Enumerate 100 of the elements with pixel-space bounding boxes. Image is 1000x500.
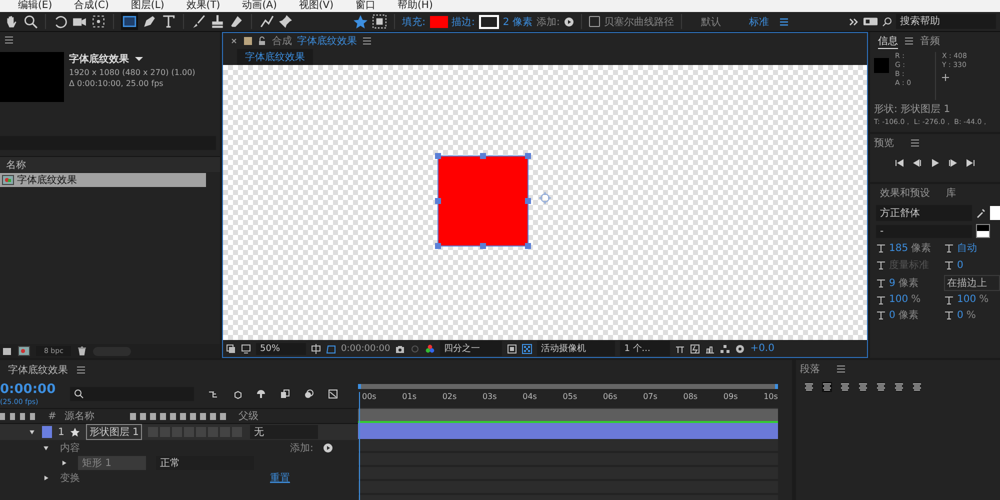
menu-icon[interactable] xyxy=(904,36,914,46)
mask-icon[interactable] xyxy=(372,14,388,29)
character-value[interactable]: 0 xyxy=(889,310,896,320)
current-time[interactable]: 0:00:00:00 xyxy=(341,344,390,354)
layer-search-field[interactable] xyxy=(70,387,194,401)
shy-icon[interactable] xyxy=(256,389,266,399)
composition-tab[interactable]: 字体底纹效果 xyxy=(297,34,357,48)
toggle-pixel-icon[interactable] xyxy=(675,344,686,354)
work-area-bar[interactable] xyxy=(358,384,778,388)
always-preview-icon[interactable] xyxy=(226,344,236,354)
previous-frame-icon[interactable] xyxy=(912,158,922,168)
magnification-dropdown[interactable]: 50% xyxy=(256,342,306,354)
play-icon[interactable] xyxy=(930,158,940,168)
panel-tab[interactable]: 音频 xyxy=(920,34,940,48)
exposure-icon[interactable] xyxy=(735,344,746,354)
stamp-icon[interactable] xyxy=(210,14,225,29)
character-value[interactable]: 0 xyxy=(957,260,964,270)
graph-editor-icon[interactable] xyxy=(328,389,338,399)
frame-blending-icon[interactable] xyxy=(280,389,290,399)
expand-triangle-icon[interactable] xyxy=(42,444,50,452)
eyedropper-icon[interactable] xyxy=(976,208,986,218)
last-frame-icon[interactable] xyxy=(966,158,976,168)
stroke-width-value[interactable]: 2 像素 xyxy=(502,14,532,28)
folder-icon[interactable] xyxy=(2,346,12,356)
timeline-icon[interactable] xyxy=(705,344,716,354)
menu-icon[interactable] xyxy=(778,16,789,26)
parent-dropdown[interactable]: 无 xyxy=(250,425,318,439)
bezier-checkbox[interactable] xyxy=(588,16,600,27)
pin-icon[interactable] xyxy=(278,14,293,29)
camera-dropdown[interactable]: 活动摄像机 xyxy=(537,341,616,356)
play-icon[interactable] xyxy=(323,442,334,452)
transparency-grid-icon[interactable] xyxy=(522,344,532,354)
column-header[interactable]: 父级 xyxy=(238,409,258,423)
character-value[interactable]: 自动 xyxy=(957,241,977,255)
type-tool-icon[interactable] xyxy=(161,14,176,29)
search-field[interactable]: 搜索帮助 xyxy=(896,14,996,29)
character-value[interactable]: 0 xyxy=(957,310,964,320)
menu-item[interactable]: 帮助(H) xyxy=(398,0,433,12)
column-header[interactable]: 源名称 xyxy=(64,409,122,423)
character-value[interactable]: 100 xyxy=(957,294,976,305)
pen-icon[interactable] xyxy=(142,14,157,29)
motion-blur-icon[interactable] xyxy=(304,389,314,399)
menu-item[interactable]: 图层(L) xyxy=(130,0,164,12)
column-header[interactable]: 名称 xyxy=(6,158,26,172)
timecode[interactable]: 0:00:00 xyxy=(0,382,56,398)
layer-name[interactable]: 形状图层 1 xyxy=(86,424,142,440)
panel-tab[interactable]: 库 xyxy=(946,186,956,200)
brush-icon[interactable] xyxy=(191,14,206,29)
align-icon[interactable] xyxy=(894,382,904,392)
flowchart-icon[interactable] xyxy=(208,389,218,399)
reset-link[interactable]: 重置 xyxy=(270,470,290,484)
first-frame-icon[interactable] xyxy=(894,158,904,168)
hand-icon[interactable] xyxy=(4,14,19,29)
project-item[interactable]: 字体底纹效果 xyxy=(0,173,206,187)
align-icon[interactable] xyxy=(840,382,850,392)
chevrons-icon[interactable] xyxy=(849,16,860,26)
trash-icon[interactable] xyxy=(77,346,88,356)
cube-icon[interactable] xyxy=(232,389,242,399)
dropdown-caret-icon[interactable] xyxy=(134,54,144,64)
channels-icon[interactable] xyxy=(425,344,436,354)
menu-icon[interactable] xyxy=(4,35,14,45)
timeline-tab[interactable]: 字体底纹效果 xyxy=(8,363,68,377)
menu-item[interactable]: 效果(T) xyxy=(186,0,220,12)
stroke-swatch[interactable] xyxy=(478,14,499,28)
character-value[interactable]: 185 xyxy=(889,242,908,254)
star-icon[interactable] xyxy=(353,14,368,29)
menu-item[interactable]: 视图(V) xyxy=(298,0,334,12)
exposure-value[interactable]: +0.0 xyxy=(750,343,774,354)
align-icon[interactable] xyxy=(912,382,922,392)
resolution-dropdown[interactable]: 四分之一 xyxy=(440,341,502,356)
lock-icon[interactable] xyxy=(257,36,267,46)
align-icon[interactable] xyxy=(804,382,814,392)
menu-item[interactable]: 动画(A) xyxy=(242,0,277,12)
close-icon[interactable] xyxy=(229,36,239,46)
menu-icon[interactable] xyxy=(362,36,372,46)
panel-tab[interactable]: 效果和预设 xyxy=(880,186,930,200)
rectangle-shape[interactable] xyxy=(434,152,532,250)
fill-swatch[interactable] xyxy=(430,16,448,28)
align-icon[interactable] xyxy=(858,382,868,392)
fill-color-swatch[interactable] xyxy=(990,206,1000,220)
layer-label-color[interactable] xyxy=(42,426,52,438)
group-name[interactable]: 矩形 1 xyxy=(78,456,146,470)
font-family-dropdown[interactable]: 方正舒体 xyxy=(876,205,972,221)
play-icon[interactable] xyxy=(564,16,574,26)
workspace-tab[interactable]: 标准 xyxy=(736,14,781,28)
search-icon[interactable] xyxy=(23,14,38,29)
blend-mode-dropdown[interactable]: 正常 xyxy=(156,456,254,470)
mask-visibility-icon[interactable] xyxy=(326,344,336,354)
expand-triangle-icon[interactable] xyxy=(60,458,68,466)
region-of-interest-icon[interactable] xyxy=(507,344,518,354)
panel-tab[interactable]: 信息 xyxy=(878,34,898,48)
flowchart-icon[interactable] xyxy=(720,344,730,354)
character-value[interactable]: 100 xyxy=(889,294,908,305)
align-icon[interactable] xyxy=(876,382,886,392)
font-style-dropdown[interactable]: - xyxy=(876,224,972,238)
menu-icon[interactable] xyxy=(910,138,920,148)
expand-triangle-icon[interactable] xyxy=(42,474,50,482)
workspace-tab[interactable]: 默认 xyxy=(688,14,733,28)
monitor-icon[interactable] xyxy=(241,344,251,354)
menu-item[interactable]: 合成(C) xyxy=(74,0,109,12)
